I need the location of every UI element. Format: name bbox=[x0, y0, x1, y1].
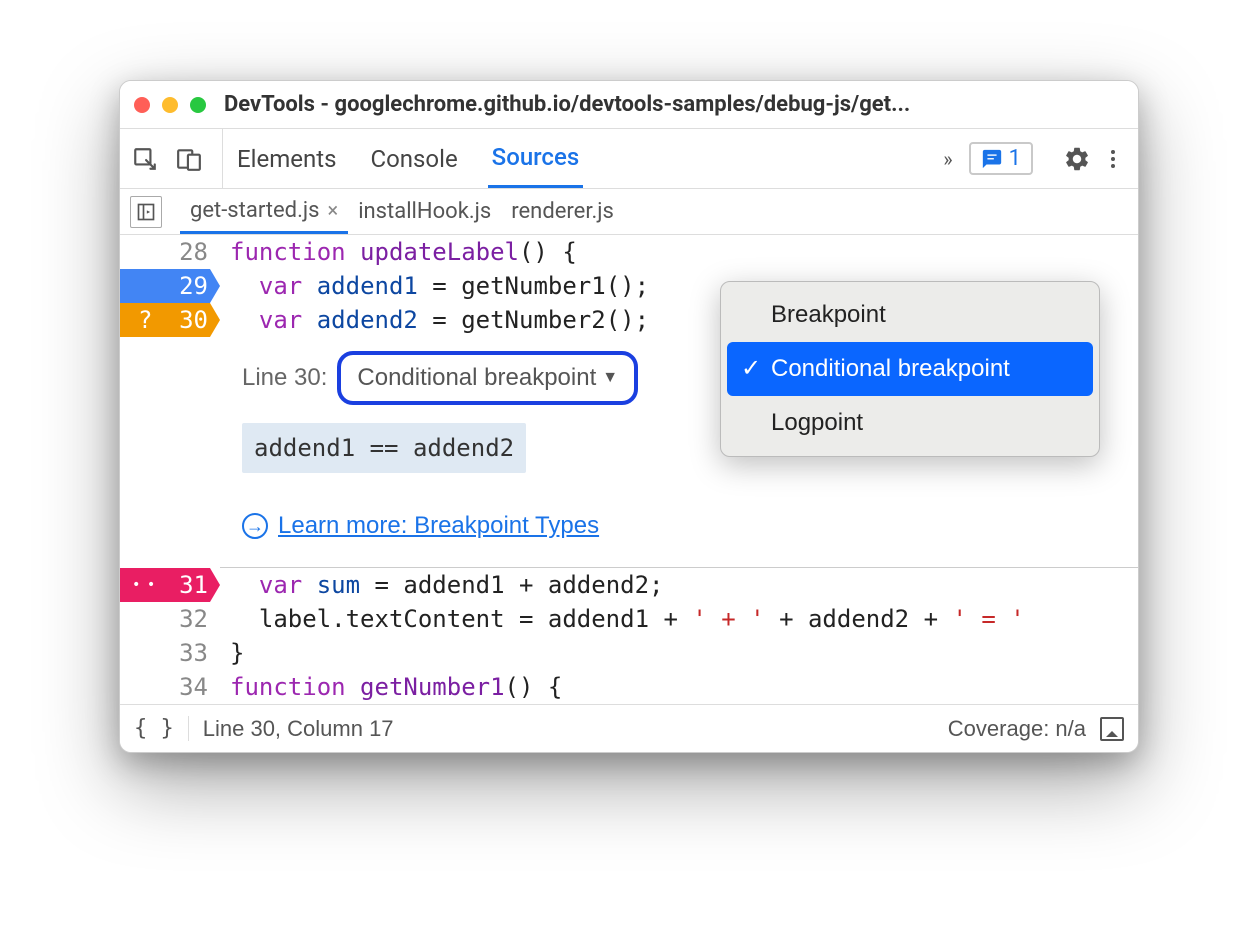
maximize-window-button[interactable] bbox=[190, 97, 206, 113]
dropdown-item-conditional-breakpoint[interactable]: Conditional breakpoint bbox=[727, 342, 1093, 396]
status-bar: { } Line 30, Column 17 Coverage: n/a bbox=[120, 704, 1138, 752]
cursor-position: Line 30, Column 17 bbox=[203, 716, 394, 742]
issues-button[interactable]: 1 bbox=[969, 142, 1033, 175]
line-number[interactable]: 34 bbox=[120, 670, 220, 704]
coverage-label: Coverage: n/a bbox=[948, 716, 1086, 742]
breakpoint-line-label: Line 30: bbox=[242, 361, 327, 395]
issues-icon bbox=[981, 148, 1003, 170]
code-line: 31 var sum = addend1 + addend2; bbox=[120, 568, 1138, 602]
breakpoint-condition-input[interactable]: addend1 == addend2 bbox=[242, 423, 526, 473]
titlebar: DevTools - googlechrome.github.io/devtoo… bbox=[120, 81, 1138, 129]
panel-toolbar: Elements Console Sources » 1 bbox=[120, 129, 1138, 189]
logpoint-marker[interactable]: 31 bbox=[120, 568, 220, 602]
breakpoint-type-dropdown: Breakpoint Conditional breakpoint Logpoi… bbox=[720, 281, 1100, 457]
close-tab-icon[interactable]: × bbox=[328, 198, 339, 222]
code-line: 32 label.textContent = addend1 + ' + ' +… bbox=[120, 602, 1138, 636]
tab-console[interactable]: Console bbox=[366, 129, 461, 188]
file-tab-label: get-started.js bbox=[190, 198, 320, 223]
code-line: 33 } bbox=[120, 636, 1138, 670]
window-controls bbox=[134, 97, 206, 113]
file-tab-label: renderer.js bbox=[511, 199, 614, 224]
breakpoint-marker[interactable]: 29 bbox=[120, 269, 220, 303]
file-tab-bar: get-started.js × installHook.js renderer… bbox=[120, 189, 1138, 235]
code-line: 34 function getNumber1() { bbox=[120, 670, 1138, 704]
close-window-button[interactable] bbox=[134, 97, 150, 113]
tab-sources[interactable]: Sources bbox=[488, 129, 584, 188]
navigator-toggle-icon[interactable] bbox=[130, 196, 162, 228]
conditional-breakpoint-marker[interactable]: 30 bbox=[120, 303, 220, 337]
code-editor[interactable]: 28 function updateLabel() { 29 var adden… bbox=[120, 235, 1138, 704]
line-number[interactable]: 32 bbox=[120, 602, 220, 636]
line-number[interactable]: 33 bbox=[120, 636, 220, 670]
code-line: 28 function updateLabel() { bbox=[120, 235, 1138, 269]
arrow-right-circle-icon: → bbox=[242, 513, 268, 539]
show-drawer-icon[interactable] bbox=[1100, 717, 1124, 741]
learn-more-row: → Learn more: Breakpoint Types bbox=[242, 509, 1116, 543]
chevron-down-icon: ▼ bbox=[602, 361, 618, 395]
minimize-window-button[interactable] bbox=[162, 97, 178, 113]
inspect-element-icon[interactable] bbox=[130, 144, 160, 174]
breakpoint-type-select[interactable]: Conditional breakpoint ▼ bbox=[337, 351, 638, 405]
file-tab-renderer[interactable]: renderer.js bbox=[501, 189, 624, 234]
pretty-print-icon[interactable]: { } bbox=[134, 716, 189, 741]
line-number[interactable]: 28 bbox=[120, 235, 220, 269]
more-tabs-button[interactable]: » bbox=[933, 147, 962, 171]
breakpoint-type-label: Conditional breakpoint bbox=[357, 361, 596, 395]
device-toolbar-icon[interactable] bbox=[174, 144, 204, 174]
window-title: DevTools - googlechrome.github.io/devtoo… bbox=[224, 92, 910, 117]
file-tab-installhook[interactable]: installHook.js bbox=[348, 189, 501, 234]
dropdown-item-logpoint[interactable]: Logpoint bbox=[727, 396, 1093, 450]
tab-elements[interactable]: Elements bbox=[233, 129, 340, 188]
learn-more-link[interactable]: Learn more: Breakpoint Types bbox=[278, 509, 599, 543]
file-tab-label: installHook.js bbox=[358, 199, 491, 224]
more-options-icon[interactable] bbox=[1098, 144, 1128, 174]
panel-tabs: Elements Console Sources bbox=[233, 129, 583, 188]
dropdown-item-breakpoint[interactable]: Breakpoint bbox=[727, 288, 1093, 342]
file-tab-get-started[interactable]: get-started.js × bbox=[180, 189, 348, 234]
issues-count: 1 bbox=[1009, 146, 1021, 171]
settings-icon[interactable] bbox=[1062, 144, 1092, 174]
devtools-window: DevTools - googlechrome.github.io/devtoo… bbox=[119, 80, 1139, 753]
